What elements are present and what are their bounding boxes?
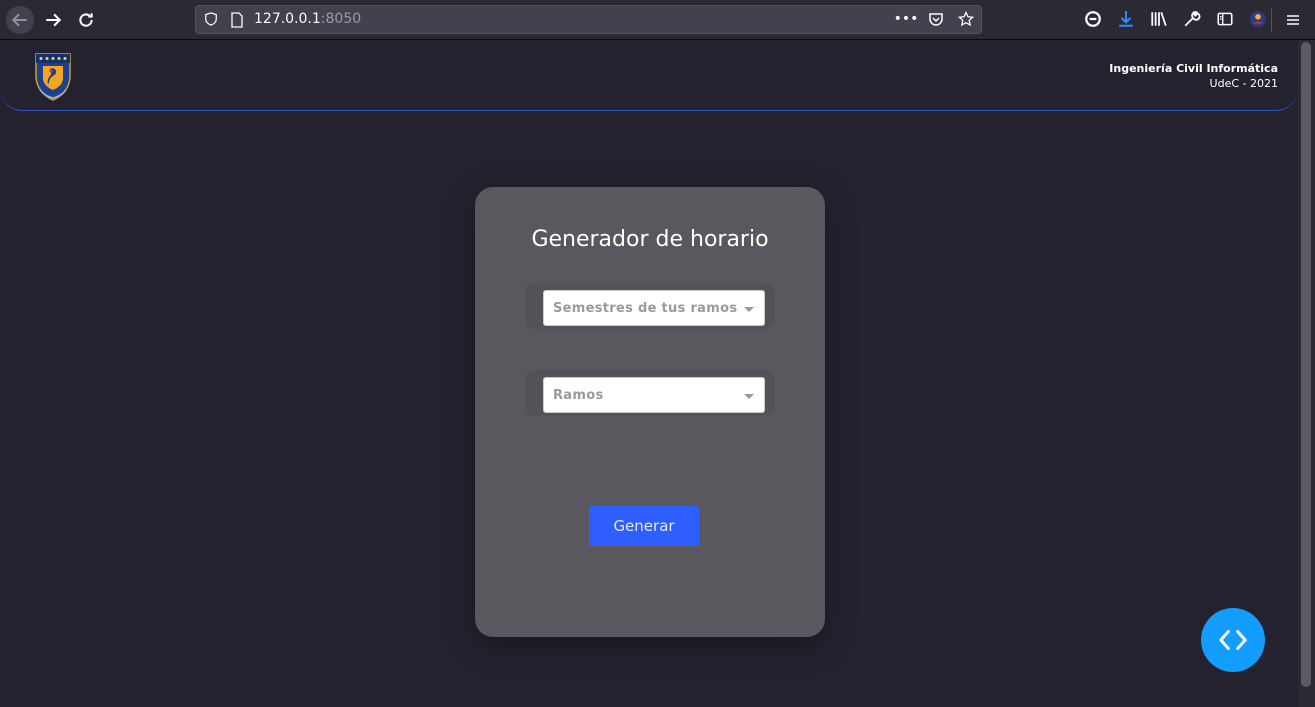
- chevron-down-icon[interactable]: [744, 307, 754, 312]
- site-header: Ingeniería Civil Informática UdeC - 2021: [0, 40, 1298, 111]
- chevron-down-icon[interactable]: [744, 394, 754, 399]
- wrench-icon[interactable]: [1182, 9, 1202, 29]
- code-brackets-icon: [1219, 630, 1247, 650]
- bookmark-star-icon[interactable]: [957, 10, 975, 28]
- card-title: Generador de horario: [531, 227, 769, 252]
- arrow-right-icon: [46, 13, 62, 27]
- reload-button[interactable]: [72, 6, 100, 34]
- page-icon: [231, 12, 243, 28]
- profile-avatar-icon[interactable]: [1248, 9, 1268, 29]
- ramos-dropdown[interactable]: Ramos: [543, 377, 765, 413]
- shield-icon[interactable]: [204, 12, 218, 26]
- hamburger-menu-icon[interactable]: [1282, 9, 1304, 31]
- url-text[interactable]: 127.0.0.1:8050: [254, 11, 361, 27]
- semestres-dropdown[interactable]: Semestres de tus ramos: [543, 290, 765, 326]
- forward-button[interactable]: [39, 6, 67, 34]
- debug-code-button[interactable]: [1201, 608, 1265, 672]
- schedule-generator-card: Generador de horario Semestres de tus ra…: [475, 187, 825, 637]
- page-viewport: Ingeniería Civil Informática UdeC - 2021…: [0, 40, 1298, 707]
- ramos-dropdown-wrapper: Ramos: [525, 370, 775, 416]
- udec-crest-logo: [35, 53, 71, 101]
- download-icon[interactable]: [1116, 9, 1136, 29]
- scrollbar-thumb[interactable]: [1301, 42, 1311, 687]
- url-port: :8050: [320, 11, 362, 27]
- url-bar[interactable]: 127.0.0.1:8050 •••: [195, 5, 982, 34]
- reload-icon: [79, 13, 93, 27]
- arrow-left-icon: [11, 13, 27, 27]
- header-title: Ingeniería Civil Informática: [1109, 62, 1278, 75]
- toolbar-separator: [1271, 8, 1272, 32]
- edge-extension-icon[interactable]: [1083, 9, 1103, 29]
- ramos-placeholder: Ramos: [553, 388, 604, 403]
- header-subtitle: UdeC - 2021: [1209, 77, 1278, 90]
- library-icon[interactable]: [1149, 9, 1169, 29]
- vertical-scrollbar[interactable]: [1298, 40, 1315, 707]
- generate-button[interactable]: Generar: [589, 506, 699, 546]
- pocket-icon[interactable]: [927, 10, 945, 28]
- back-button[interactable]: [6, 6, 34, 34]
- sidebar-icon[interactable]: [1215, 9, 1235, 29]
- browser-toolbar: 127.0.0.1:8050 •••: [0, 0, 1315, 40]
- more-actions-icon[interactable]: •••: [894, 10, 919, 28]
- url-host: 127.0.0.1: [254, 11, 321, 27]
- semestres-placeholder: Semestres de tus ramos: [553, 301, 738, 316]
- semestres-dropdown-wrapper: Semestres de tus ramos: [525, 283, 775, 329]
